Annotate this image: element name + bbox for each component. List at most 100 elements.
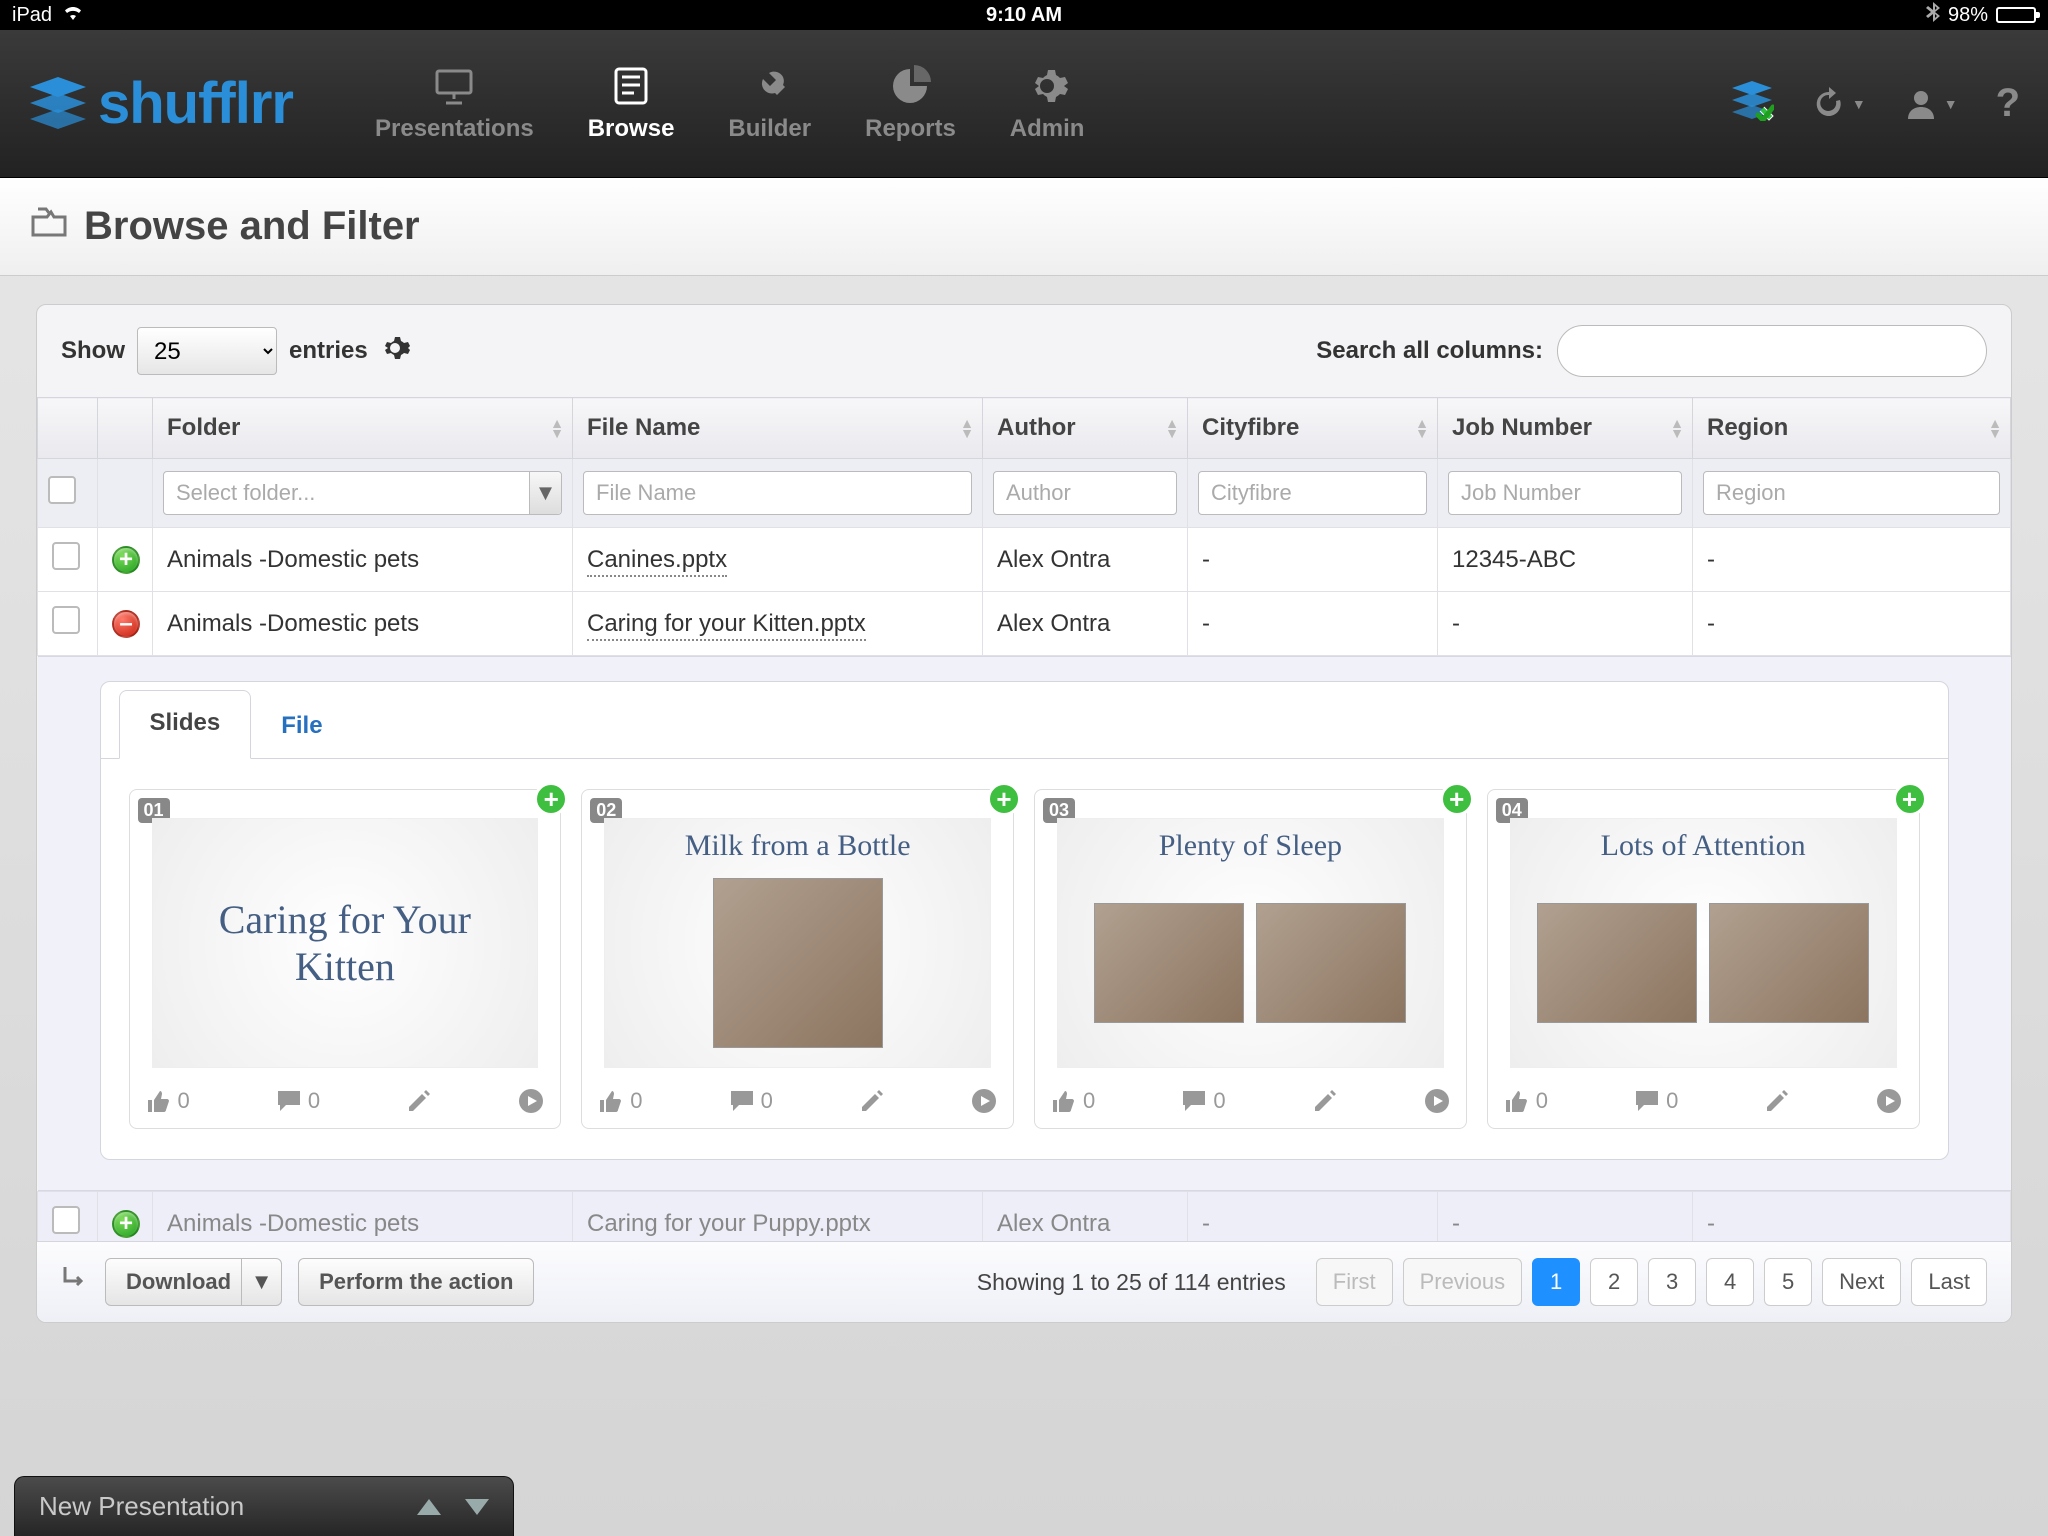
add-slide-icon[interactable]: + <box>1893 782 1927 816</box>
row-detail-panel: Slides File 01 + Caring for Your Kitten <box>38 656 2011 1191</box>
slide-card[interactable]: 01 + Caring for Your Kitten 0 0 <box>129 789 562 1129</box>
like-count[interactable]: 0 <box>1504 1088 1548 1114</box>
slide-card[interactable]: 03 + Plenty of Sleep 0 0 <box>1034 789 1467 1129</box>
row-checkbox[interactable] <box>52 606 80 634</box>
cell-folder: Animals -Domestic pets <box>153 528 573 592</box>
play-icon[interactable] <box>1876 1088 1902 1114</box>
page-number-button[interactable]: 2 <box>1590 1258 1638 1306</box>
col-status[interactable] <box>98 398 153 459</box>
job-filter-input[interactable] <box>1448 471 1682 515</box>
edit-icon[interactable] <box>1764 1088 1790 1114</box>
play-icon[interactable] <box>971 1088 997 1114</box>
battery-icon <box>1996 7 2036 23</box>
table-row[interactable]: + Animals -Domestic pets Canines.pptx Al… <box>38 528 2011 592</box>
page-last-button[interactable]: Last <box>1911 1258 1987 1306</box>
slide-title: Caring for Your Kitten <box>153 886 538 1000</box>
slide-card[interactable]: 02 + Milk from a Bottle 0 0 <box>581 789 1014 1129</box>
play-icon[interactable] <box>1424 1088 1450 1114</box>
page-first-button[interactable]: First <box>1316 1258 1393 1306</box>
comment-count[interactable]: 0 <box>276 1088 320 1114</box>
page-number-button[interactable]: 1 <box>1532 1258 1580 1306</box>
edit-icon[interactable] <box>1312 1088 1338 1114</box>
page-number-button[interactable]: 4 <box>1706 1258 1754 1306</box>
ipad-status-bar: iPad 9:10 AM 98% <box>0 0 2048 30</box>
page-size-select[interactable]: 25 <box>137 327 277 375</box>
city-filter-input[interactable] <box>1198 471 1427 515</box>
page-prev-button[interactable]: Previous <box>1403 1258 1523 1306</box>
col-job[interactable]: Job Number▲▼ <box>1438 398 1693 459</box>
nav-refresh-icon[interactable]: ▼ <box>1812 87 1866 121</box>
chevron-down-icon[interactable]: ▼ <box>241 1259 281 1305</box>
row-checkbox[interactable] <box>52 542 80 570</box>
like-count[interactable]: 0 <box>146 1088 190 1114</box>
add-slide-icon[interactable]: + <box>987 782 1021 816</box>
like-count[interactable]: 0 <box>1051 1088 1095 1114</box>
comment-count[interactable]: 0 <box>729 1088 773 1114</box>
app-logo[interactable]: shufflrr <box>28 70 293 137</box>
wifi-icon <box>62 4 84 27</box>
nav-help-icon[interactable]: ? <box>1996 81 2020 126</box>
results-table: Folder▲▼ File Name▲▼ Author▲▼ Cityfibre▲… <box>37 397 2011 1241</box>
col-city[interactable]: Cityfibre▲▼ <box>1188 398 1438 459</box>
edit-icon[interactable] <box>406 1088 432 1114</box>
add-slide-icon[interactable]: + <box>534 782 568 816</box>
cell-file-link[interactable]: Caring for your Puppy.pptx <box>587 1210 871 1237</box>
table-row[interactable]: – Animals -Domestic pets Caring for your… <box>38 592 2011 656</box>
nav-reports-label: Reports <box>865 115 956 143</box>
search-input[interactable] <box>1557 325 1987 377</box>
cell-job: - <box>1438 1192 1693 1242</box>
nav-user-icon[interactable]: ▼ <box>1904 87 1958 121</box>
tab-file[interactable]: File <box>251 694 352 758</box>
author-filter-input[interactable] <box>993 471 1177 515</box>
nav-browse[interactable]: Browse <box>566 55 697 153</box>
col-author[interactable]: Author▲▼ <box>983 398 1188 459</box>
cell-file-link[interactable]: Caring for your Kitten.pptx <box>587 610 866 641</box>
table-settings-icon[interactable] <box>380 333 410 369</box>
page-number-button[interactable]: 3 <box>1648 1258 1696 1306</box>
folder-filter-select[interactable]: Select folder... ▼ <box>163 471 562 515</box>
cell-file-link[interactable]: Canines.pptx <box>587 546 727 577</box>
bulk-action-arrow-icon <box>61 1265 89 1299</box>
col-file[interactable]: File Name▲▼ <box>573 398 983 459</box>
col-region[interactable]: Region▲▼ <box>1693 398 2011 459</box>
page-heading: Browse and Filter <box>0 178 2048 276</box>
nav-browse-label: Browse <box>588 115 675 143</box>
file-filter-input[interactable] <box>583 471 972 515</box>
comment-count[interactable]: 0 <box>1634 1088 1678 1114</box>
page-next-button[interactable]: Next <box>1822 1258 1901 1306</box>
nav-reports[interactable]: Reports <box>843 55 978 153</box>
region-filter-input[interactable] <box>1703 471 2000 515</box>
slide-thumbnail: Lots of Attention <box>1510 818 1897 1068</box>
table-row[interactable]: + Animals -Domestic pets Caring for your… <box>38 1192 2011 1242</box>
nav-builder[interactable]: Builder <box>706 55 833 153</box>
col-checkbox[interactable] <box>38 398 98 459</box>
add-slide-icon[interactable]: + <box>1440 782 1474 816</box>
cell-author: Alex Ontra <box>983 528 1188 592</box>
status-added-icon: + <box>112 1210 140 1238</box>
new-presentation-bar[interactable]: New Presentation <box>14 1476 514 1536</box>
row-checkbox[interactable] <box>52 1206 80 1234</box>
entries-label: entries <box>289 337 368 365</box>
nav-admin-label: Admin <box>1010 115 1085 143</box>
col-folder[interactable]: Folder▲▼ <box>153 398 573 459</box>
page-number-button[interactable]: 5 <box>1764 1258 1812 1306</box>
status-removed-icon: – <box>112 610 140 638</box>
chevron-down-icon[interactable] <box>465 1499 489 1515</box>
bluetooth-icon <box>1926 2 1940 28</box>
play-icon[interactable] <box>518 1088 544 1114</box>
slide-card[interactable]: 04 + Lots of Attention 0 0 <box>1487 789 1920 1129</box>
comment-count[interactable]: 0 <box>1181 1088 1225 1114</box>
download-button[interactable]: Download ▼ <box>105 1258 282 1306</box>
select-all-checkbox[interactable] <box>48 476 76 504</box>
nav-shufflrr-icon[interactable] <box>1730 81 1774 127</box>
tab-slides[interactable]: Slides <box>119 690 252 759</box>
perform-action-button[interactable]: Perform the action <box>298 1258 534 1306</box>
slide-title: Plenty of Sleep <box>1139 819 1362 873</box>
nav-admin[interactable]: Admin <box>988 55 1107 153</box>
cell-job: - <box>1438 592 1693 656</box>
nav-presentations[interactable]: Presentations <box>353 55 556 153</box>
like-count[interactable]: 0 <box>598 1088 642 1114</box>
logo-stack-icon <box>28 77 88 131</box>
chevron-up-icon[interactable] <box>417 1499 441 1515</box>
edit-icon[interactable] <box>859 1088 885 1114</box>
